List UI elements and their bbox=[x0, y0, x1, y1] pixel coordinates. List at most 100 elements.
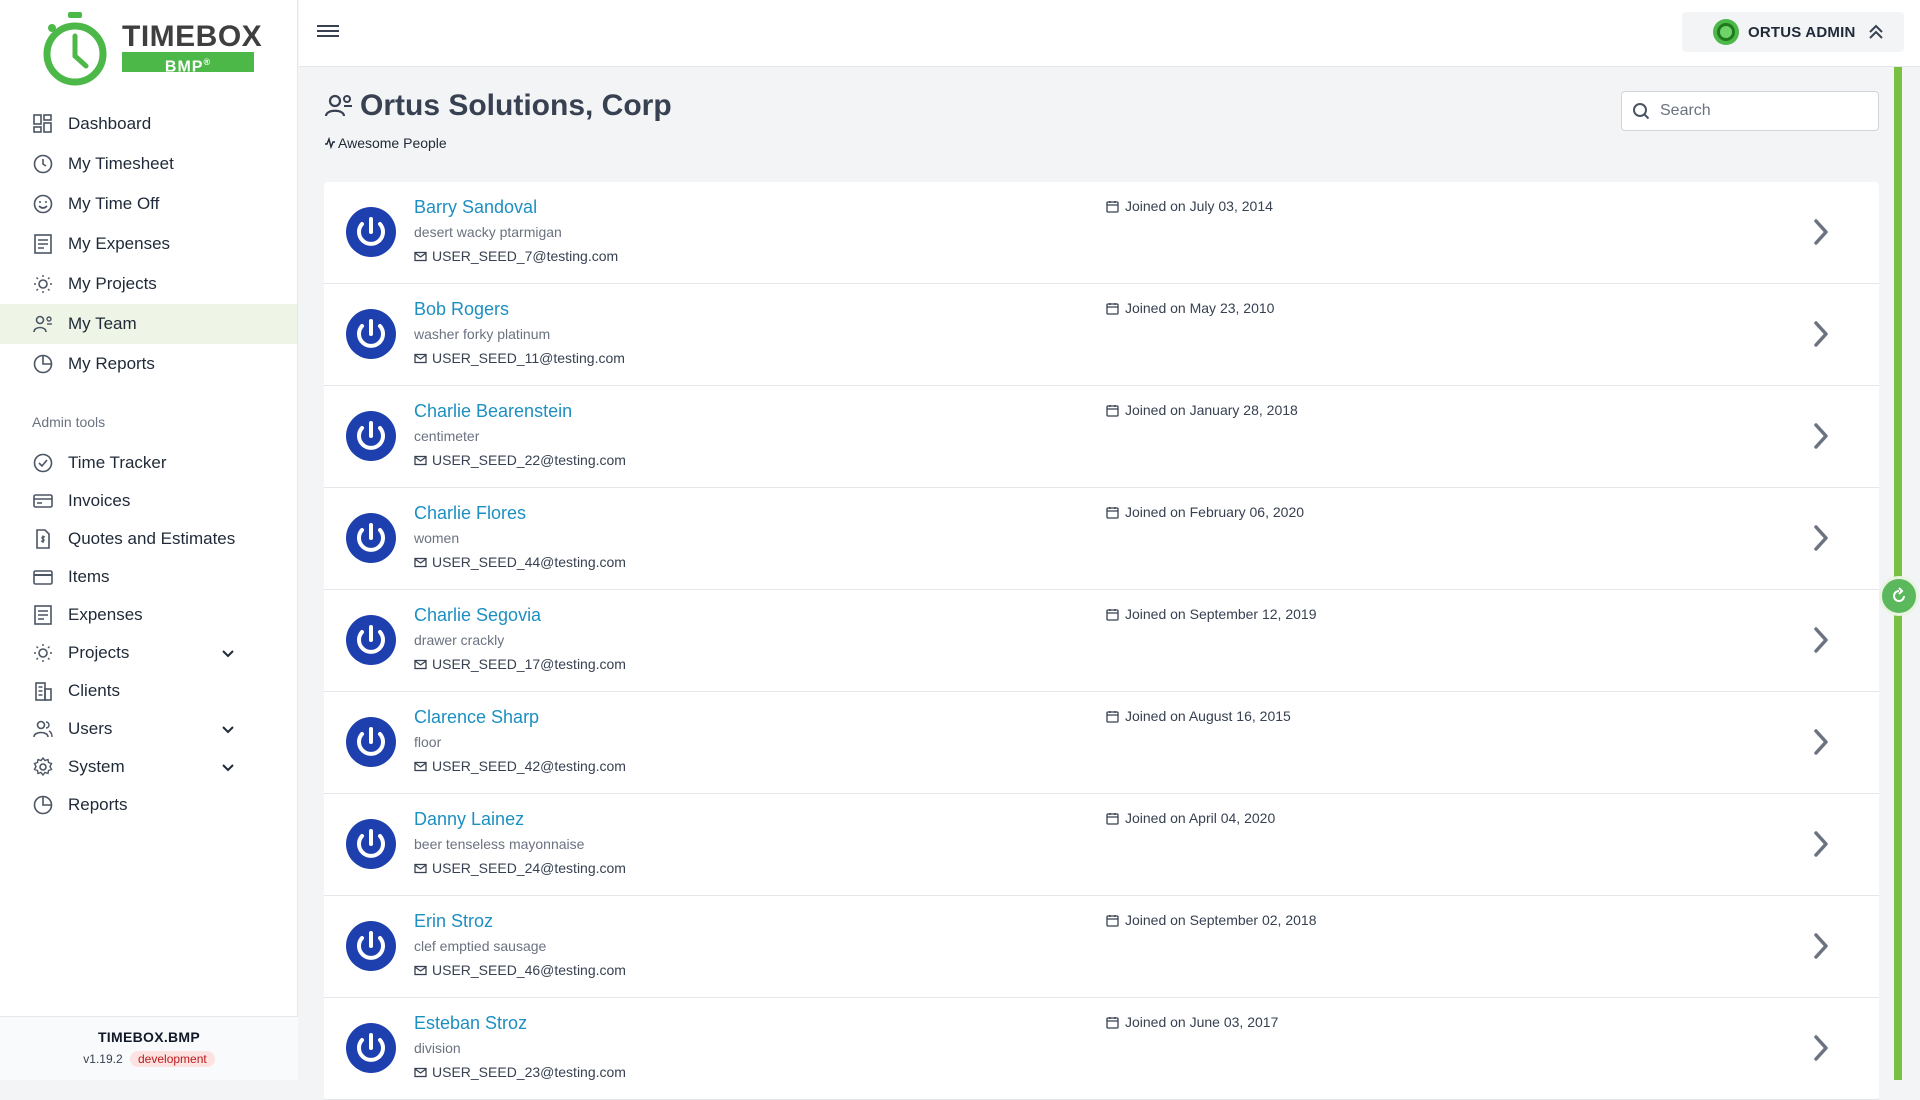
mail-icon bbox=[414, 455, 427, 465]
search-box[interactable] bbox=[1621, 91, 1879, 131]
member-avatar bbox=[346, 921, 396, 971]
team-member-row[interactable]: Charlie Segovia drawer crackly USER_SEED_1… bbox=[324, 590, 1879, 692]
page-subtitle: Awesome People bbox=[324, 135, 447, 151]
chevron-right-icon[interactable] bbox=[1811, 1034, 1831, 1062]
team-member-row[interactable]: Charlie Bearenstein centimeter USER_SEED_2… bbox=[324, 386, 1879, 488]
member-name-link[interactable]: Danny Lainez bbox=[414, 809, 524, 830]
chevron-right-icon[interactable] bbox=[1811, 830, 1831, 858]
member-joined-date: Joined on April 04, 2020 bbox=[1106, 810, 1275, 826]
lightbulb-icon bbox=[32, 273, 54, 295]
member-name-link[interactable]: Esteban Stroz bbox=[414, 1013, 527, 1034]
chevron-right-icon[interactable] bbox=[1811, 932, 1831, 960]
member-email: USER_SEED_24@testing.com bbox=[414, 860, 626, 876]
member-email: USER_SEED_23@testing.com bbox=[414, 1064, 626, 1080]
search-input[interactable] bbox=[1658, 101, 1862, 121]
sidebar-item-reports[interactable]: Reports bbox=[0, 786, 297, 824]
user-menu-button[interactable]: ORTUS ADMIN bbox=[1682, 12, 1904, 52]
timebox-logo[interactable]: TIMEBOX BMP® bbox=[42, 10, 262, 86]
team-member-row[interactable]: Esteban Stroz division USER_SEED_23@testin… bbox=[324, 998, 1879, 1100]
sidebar-item-label: My Timesheet bbox=[68, 154, 174, 173]
sidebar-item-system[interactable]: System bbox=[0, 748, 297, 786]
sidebar-item-quotes-and-estimates[interactable]: Quotes and Estimates bbox=[0, 520, 297, 558]
member-name-link[interactable]: Charlie Bearenstein bbox=[414, 401, 572, 422]
member-email-text: USER_SEED_24@testing.com bbox=[432, 860, 626, 876]
team-member-row[interactable]: Danny Lainez beer tenseless mayonnaise USE… bbox=[324, 794, 1879, 896]
sidebar: TIMEBOX BMP® Dashboard My Timesheet My Tim… bbox=[0, 0, 298, 1080]
member-email-text: USER_SEED_23@testing.com bbox=[432, 1064, 626, 1080]
member-joined-date: Joined on September 12, 2019 bbox=[1106, 606, 1316, 622]
scrollbar[interactable] bbox=[1894, 67, 1902, 1080]
sidebar-item-label: Clients bbox=[68, 681, 120, 700]
search-icon bbox=[1633, 103, 1650, 120]
sidebar-item-my-time-off[interactable]: My Time Off bbox=[0, 184, 297, 224]
calendar-icon bbox=[1106, 506, 1119, 519]
sidebar-item-time-tracker[interactable]: Time Tracker bbox=[0, 444, 297, 482]
sidebar-item-my-team[interactable]: My Team bbox=[0, 304, 297, 344]
sidebar-item-my-reports[interactable]: My Reports bbox=[0, 344, 297, 384]
sidebar-item-users[interactable]: Users bbox=[0, 710, 297, 748]
chevron-down-icon[interactable] bbox=[218, 720, 238, 740]
sidebar-item-label: My Team bbox=[68, 314, 137, 333]
sidebar-item-projects[interactable]: Projects bbox=[0, 634, 297, 672]
logo-wordmark: TIMEBOX bbox=[122, 20, 263, 53]
member-joined-text: Joined on August 16, 2015 bbox=[1125, 708, 1291, 724]
sidebar-item-clients[interactable]: Clients bbox=[0, 672, 297, 710]
sidebar-item-label: My Expenses bbox=[68, 234, 171, 253]
member-avatar bbox=[346, 207, 396, 257]
member-name-link[interactable]: Charlie Flores bbox=[414, 503, 526, 524]
document-dollar-icon bbox=[32, 528, 54, 550]
topbar: ORTUS ADMIN bbox=[299, 0, 1920, 67]
team-member-row[interactable]: Bob Rogers washer forky platinum USER_SEED… bbox=[324, 284, 1879, 386]
team-icon bbox=[32, 313, 54, 335]
member-joined-text: Joined on April 04, 2020 bbox=[1125, 810, 1276, 826]
member-joined-date: Joined on May 23, 2010 bbox=[1106, 300, 1274, 316]
mail-icon bbox=[414, 557, 427, 567]
sidebar-item-label: Users bbox=[68, 719, 113, 738]
page-title: Ortus Solutions, Corp bbox=[360, 89, 672, 122]
team-member-row[interactable]: Charlie Flores women USER_SEED_44@testing.… bbox=[324, 488, 1879, 590]
calendar-icon bbox=[1106, 1016, 1119, 1029]
sidebar-item-label: My Time Off bbox=[68, 194, 160, 213]
member-joined-date: Joined on July 03, 2014 bbox=[1106, 198, 1273, 214]
smile-icon bbox=[32, 193, 54, 215]
member-name-link[interactable]: Clarence Sharp bbox=[414, 707, 539, 728]
refresh-button[interactable] bbox=[1879, 576, 1919, 616]
member-name-link[interactable]: Bob Rogers bbox=[414, 299, 509, 320]
chevron-right-icon[interactable] bbox=[1811, 524, 1831, 552]
sidebar-item-dashboard[interactable]: Dashboard bbox=[0, 104, 297, 144]
team-icon bbox=[324, 94, 352, 117]
sidebar-item-items[interactable]: Items bbox=[0, 558, 297, 596]
team-member-row[interactable]: Erin Stroz clef emptied sausage USER_SEED_… bbox=[324, 896, 1879, 998]
member-email: USER_SEED_11@testing.com bbox=[414, 350, 625, 366]
calendar-icon bbox=[1106, 812, 1119, 825]
member-joined-text: Joined on May 23, 2010 bbox=[1125, 300, 1275, 316]
chevron-right-icon[interactable] bbox=[1811, 218, 1831, 246]
environment-badge: development bbox=[130, 1051, 215, 1067]
member-name-link[interactable]: Charlie Segovia bbox=[414, 605, 541, 626]
chevron-right-icon[interactable] bbox=[1811, 626, 1831, 654]
team-member-row[interactable]: Barry Sandoval desert wacky ptarmigan USER… bbox=[324, 182, 1879, 284]
sidebar-item-expenses[interactable]: Expenses bbox=[0, 596, 297, 634]
member-email: USER_SEED_17@testing.com bbox=[414, 656, 626, 672]
team-member-row[interactable]: Clarence Sharp floor USER_SEED_42@testing.… bbox=[324, 692, 1879, 794]
sidebar-item-invoices[interactable]: Invoices bbox=[0, 482, 297, 520]
member-name-link[interactable]: Erin Stroz bbox=[414, 911, 493, 932]
chevron-right-icon[interactable] bbox=[1811, 728, 1831, 756]
chevron-down-icon[interactable] bbox=[218, 758, 238, 778]
main-content: Ortus Solutions, Corp Awesome People Bar… bbox=[299, 67, 1899, 1100]
member-description: beer tenseless mayonnaise bbox=[414, 836, 585, 852]
chevron-right-icon[interactable] bbox=[1811, 320, 1831, 348]
sidebar-item-label: Expenses bbox=[68, 605, 143, 624]
sidebar-item-label: My Projects bbox=[68, 274, 157, 293]
dashboard-icon bbox=[32, 113, 54, 135]
member-name-link[interactable]: Barry Sandoval bbox=[414, 197, 537, 218]
sidebar-item-my-expenses[interactable]: My Expenses bbox=[0, 224, 297, 264]
lightbulb-icon bbox=[32, 642, 54, 664]
chevron-down-icon[interactable] bbox=[218, 644, 238, 664]
user-avatar-icon bbox=[1713, 19, 1739, 45]
hamburger-menu-icon[interactable] bbox=[317, 22, 339, 42]
sidebar-item-my-projects[interactable]: My Projects bbox=[0, 264, 297, 304]
check-circle-icon bbox=[32, 452, 54, 474]
sidebar-item-my-timesheet[interactable]: My Timesheet bbox=[0, 144, 297, 184]
chevron-right-icon[interactable] bbox=[1811, 422, 1831, 450]
